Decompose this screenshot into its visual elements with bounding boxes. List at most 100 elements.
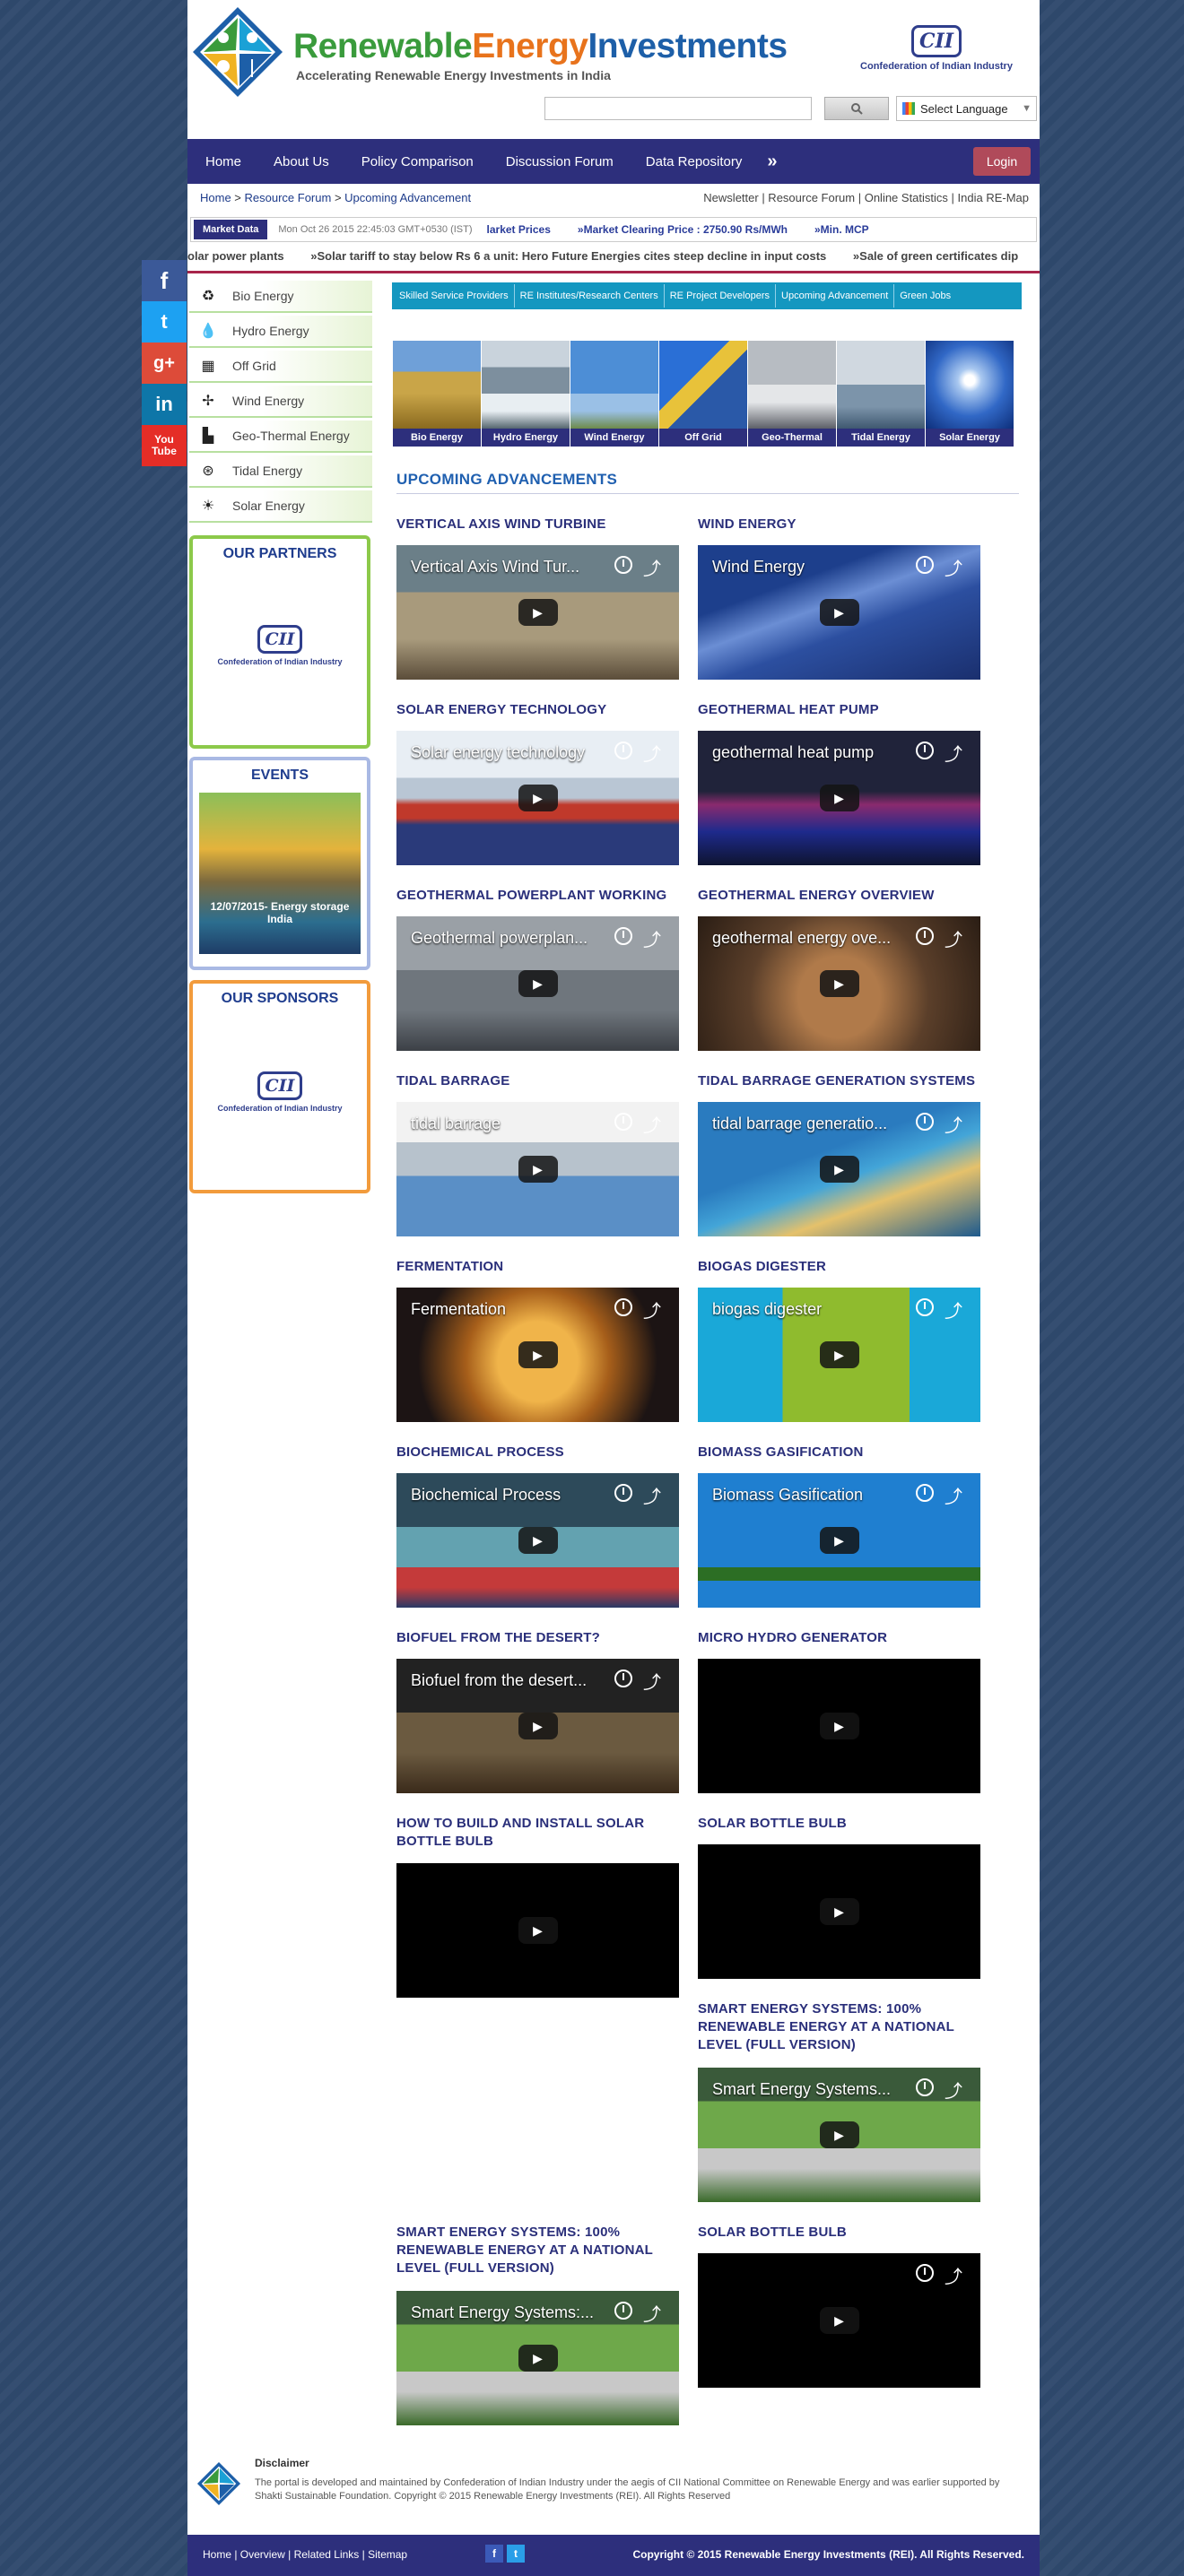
- thumb-bio-energy[interactable]: Bio Energy: [393, 341, 481, 447]
- share-icon[interactable]: ⤴: [945, 740, 962, 766]
- video-player[interactable]: geothermal energy ove... ⤴ ▶: [698, 916, 980, 1051]
- play-icon[interactable]: ▶: [819, 970, 859, 997]
- video-overlay-title[interactable]: Geothermal powerplan...: [411, 929, 588, 948]
- tab-skilled-service-providers[interactable]: Skilled Service Providers: [394, 284, 515, 308]
- video-overlay-title[interactable]: tidal barrage: [411, 1115, 501, 1133]
- breadcrumb-home[interactable]: Home: [200, 191, 231, 204]
- video-player[interactable]: Smart Energy Systems... ⤴ ▶: [698, 2068, 980, 2202]
- login-button[interactable]: Login: [973, 147, 1031, 176]
- news-item[interactable]: »Solar tariff to stay below Rs 6 a unit:…: [310, 249, 826, 263]
- video-overlay-title[interactable]: tidal barrage generatio...: [712, 1115, 887, 1133]
- news-item[interactable]: »Sale of green certificates dip: [853, 249, 1018, 263]
- video-overlay-title[interactable]: Smart Energy Systems:...: [411, 2303, 594, 2322]
- play-icon[interactable]: ▶: [819, 599, 859, 626]
- play-icon[interactable]: ▶: [819, 1341, 859, 1368]
- share-icon[interactable]: ⤴: [643, 1668, 661, 1694]
- facebook-icon[interactable]: f: [485, 2545, 503, 2563]
- tab-re-institutes[interactable]: RE Institutes/Research Centers: [515, 284, 665, 308]
- sidebar-item-bio-energy[interactable]: ♻ Bio Energy: [189, 281, 372, 313]
- video-player[interactable]: Biofuel from the desert... ⤴ ▶: [396, 1659, 679, 1793]
- watch-later-icon[interactable]: [614, 2302, 632, 2320]
- nav-home[interactable]: Home: [189, 154, 257, 169]
- video-overlay-title[interactable]: Biochemical Process: [411, 1486, 561, 1505]
- share-icon[interactable]: ⤴: [945, 2262, 962, 2288]
- breadcrumb-current[interactable]: Upcoming Advancement: [344, 191, 471, 204]
- watch-later-icon[interactable]: [614, 927, 632, 945]
- share-icon[interactable]: ⤴: [945, 1111, 962, 1137]
- share-icon[interactable]: ⤴: [643, 925, 661, 951]
- video-player[interactable]: ⤴ ▶: [698, 2253, 980, 2388]
- watch-later-icon[interactable]: [916, 2264, 934, 2282]
- video-overlay-title[interactable]: geothermal heat pump: [712, 743, 874, 762]
- video-player[interactable]: Wind Energy ⤴ ▶: [698, 545, 980, 680]
- video-player[interactable]: Geothermal powerplan... ⤴ ▶: [396, 916, 679, 1051]
- watch-later-icon[interactable]: [916, 1298, 934, 1316]
- share-icon[interactable]: ⤴: [643, 1111, 661, 1137]
- watch-later-icon[interactable]: [614, 1484, 632, 1502]
- thumb-wind-energy[interactable]: Wind Energy: [570, 341, 658, 447]
- video-overlay-title[interactable]: biogas digester: [712, 1300, 822, 1319]
- youtube-share-icon[interactable]: You Tube: [142, 425, 187, 466]
- linkedin-share-icon[interactable]: in: [142, 384, 187, 425]
- tab-re-project-developers[interactable]: RE Project Developers: [665, 284, 777, 308]
- play-icon[interactable]: ▶: [819, 1713, 859, 1739]
- share-icon[interactable]: ⤴: [945, 1482, 962, 1508]
- search-input[interactable]: [544, 97, 812, 120]
- video-player[interactable]: Biomass Gasification ⤴ ▶: [698, 1473, 980, 1608]
- sidebar-item-off-grid[interactable]: ▦ Off Grid: [189, 351, 372, 383]
- video-player[interactable]: Fermentation ⤴ ▶: [396, 1288, 679, 1422]
- market-ticker-item[interactable]: »Market Clearing Price : 2750.90 Rs/MWh: [578, 223, 788, 236]
- play-icon[interactable]: ▶: [518, 599, 558, 626]
- play-icon[interactable]: ▶: [518, 1713, 558, 1739]
- sidebar-item-hydro-energy[interactable]: 💧 Hydro Energy: [189, 316, 372, 348]
- play-icon[interactable]: ▶: [819, 1156, 859, 1183]
- tab-upcoming-advancement[interactable]: Upcoming Advancement: [776, 284, 895, 308]
- share-icon[interactable]: ⤴: [643, 740, 661, 766]
- thumb-solar-energy[interactable]: Solar Energy: [926, 341, 1014, 447]
- video-overlay-title[interactable]: Biofuel from the desert...: [411, 1671, 587, 1690]
- play-icon[interactable]: ▶: [518, 1156, 558, 1183]
- rei-logo-icon[interactable]: [191, 5, 284, 99]
- watch-later-icon[interactable]: [916, 927, 934, 945]
- video-player[interactable]: ▶: [396, 1863, 679, 1998]
- market-ticker-item[interactable]: larket Prices: [487, 223, 551, 236]
- nav-about-us[interactable]: About Us: [257, 154, 345, 169]
- nav-more-icon[interactable]: »: [758, 152, 786, 172]
- site-title[interactable]: RenewableEnergyInvestments: [293, 27, 788, 66]
- video-overlay-title[interactable]: Vertical Axis Wind Tur...: [411, 558, 579, 577]
- watch-later-icon[interactable]: [916, 1484, 934, 1502]
- watch-later-icon[interactable]: [614, 742, 632, 759]
- language-select[interactable]: Select Language ▼: [896, 96, 1037, 121]
- video-player[interactable]: geothermal heat pump ⤴ ▶: [698, 731, 980, 865]
- share-icon[interactable]: ⤴: [643, 1297, 661, 1323]
- sidebar-item-tidal-energy[interactable]: ⊛ Tidal Energy: [189, 455, 372, 488]
- share-icon[interactable]: ⤴: [643, 1482, 661, 1508]
- watch-later-icon[interactable]: [614, 556, 632, 574]
- watch-later-icon[interactable]: [916, 2078, 934, 2096]
- sidebar-item-wind-energy[interactable]: ✢ Wind Energy: [189, 386, 372, 418]
- play-icon[interactable]: ▶: [819, 1898, 859, 1925]
- thumb-off-grid[interactable]: Off Grid: [659, 341, 747, 447]
- play-icon[interactable]: ▶: [518, 970, 558, 997]
- cii-partner-logo[interactable]: CII Confederation of Indian Industry: [193, 625, 367, 666]
- thumb-hydro-energy[interactable]: Hydro Energy: [482, 341, 570, 447]
- nav-discussion-forum[interactable]: Discussion Forum: [490, 154, 630, 169]
- thumb-tidal-energy[interactable]: Tidal Energy: [837, 341, 925, 447]
- share-icon[interactable]: ⤴: [945, 554, 962, 580]
- video-player[interactable]: Solar energy technology ⤴ ▶: [396, 731, 679, 865]
- watch-later-icon[interactable]: [614, 1298, 632, 1316]
- cii-header-logo[interactable]: CII Confederation of Indian Industry: [847, 25, 1026, 72]
- twitter-icon[interactable]: t: [507, 2545, 525, 2563]
- tab-green-jobs[interactable]: Green Jobs: [894, 284, 956, 308]
- video-overlay-title[interactable]: Wind Energy: [712, 558, 805, 577]
- watch-later-icon[interactable]: [614, 1113, 632, 1131]
- play-icon[interactable]: ▶: [518, 1341, 558, 1368]
- play-icon[interactable]: ▶: [819, 2307, 859, 2334]
- video-overlay-title[interactable]: geothermal energy ove...: [712, 929, 891, 948]
- thumb-geo-thermal[interactable]: Geo-Thermal: [748, 341, 836, 447]
- video-overlay-title[interactable]: Fermentation: [411, 1300, 506, 1319]
- nav-data-repository[interactable]: Data Repository: [630, 154, 759, 169]
- nav-policy-comparison[interactable]: Policy Comparison: [345, 154, 490, 169]
- video-player[interactable]: tidal barrage ⤴ ▶: [396, 1102, 679, 1236]
- play-icon[interactable]: ▶: [518, 785, 558, 811]
